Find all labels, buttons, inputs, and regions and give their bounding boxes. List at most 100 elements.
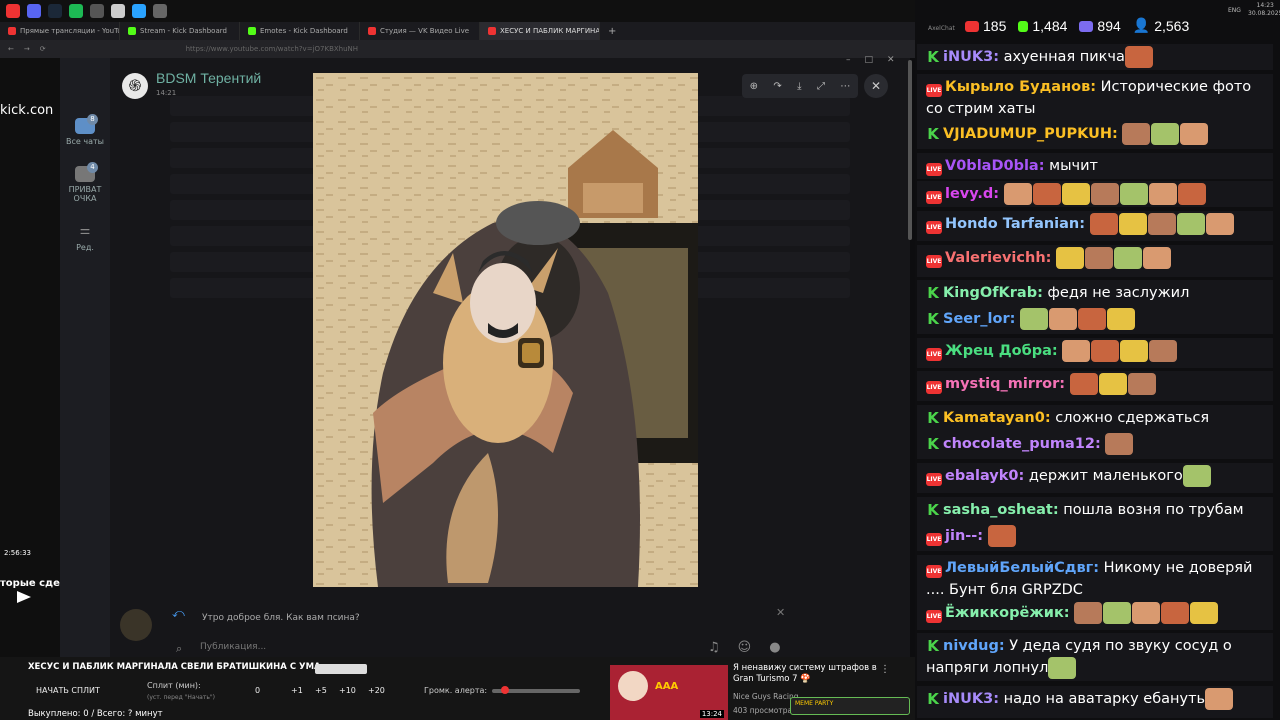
post-time: 14:21 (156, 89, 177, 97)
chat-text: ахуенная пикча (999, 49, 1125, 65)
emote-icon (1118, 213, 1147, 235)
recommendation-title[interactable]: Я ненавижу систему штрафов в Gran Turism… (733, 663, 878, 686)
meme-party-widget: MEME PARTY (790, 697, 910, 715)
steam-icon[interactable] (48, 4, 62, 18)
mic-icon[interactable]: ● (769, 640, 780, 655)
chat-nickname[interactable]: iNUK3: (943, 691, 999, 707)
chat-nickname[interactable]: V0blaD0bla: (945, 158, 1045, 174)
kick-link[interactable]: kick.con (0, 103, 53, 118)
step-1-button[interactable]: +1 (291, 686, 303, 695)
split-value[interactable]: 0 (255, 686, 260, 695)
chat-nickname[interactable]: levy.d: (945, 186, 999, 202)
telegram-icon[interactable] (132, 4, 146, 18)
recommendation-thumbnail[interactable]: AAA 13:24 (610, 665, 728, 720)
tab-kick-stream[interactable]: Stream - Kick Dashboard (120, 22, 240, 40)
chat-nickname[interactable]: Кырыло Буданов: (945, 79, 1096, 95)
chat-nickname[interactable]: KingOfKrab: (943, 285, 1043, 301)
recommendation-channel[interactable]: Nice Guys Racing (733, 692, 798, 701)
chat-nickname[interactable]: Seer_lor: (943, 311, 1015, 327)
message-input[interactable]: Публикация... (200, 642, 266, 652)
close-icon[interactable]: ✕ (864, 74, 888, 98)
chat-message: Knivdug: У деда судя по звуку сосуд о на… (917, 633, 1273, 681)
forward-icon[interactable]: ↷ (773, 81, 781, 92)
obs-icon[interactable] (90, 4, 104, 18)
tab-youtube-video[interactable]: ХЕСУС И ПАБЛИК МАРГИНАЛА (480, 22, 600, 40)
kick-icon: K (927, 310, 939, 328)
fullscreen-icon[interactable]: ⤢ (817, 81, 825, 92)
youtube-icon (488, 27, 496, 35)
chat-nickname[interactable]: Hondo Tarfanian: (945, 216, 1085, 232)
chat-nickname[interactable]: chocolate_puma12: (943, 436, 1101, 452)
more-icon[interactable]: ⋯ (840, 81, 850, 92)
app-icon[interactable] (111, 4, 125, 18)
chat-nickname[interactable]: Valerievichh: (945, 250, 1051, 266)
nav-all-chats[interactable]: 8 Все чаты (60, 114, 110, 146)
tab-kick-emotes[interactable]: Emotes - Kick Dashboard (240, 22, 360, 40)
cancel-reply-icon[interactable]: ✕ (776, 606, 785, 619)
app2-icon[interactable] (153, 4, 167, 18)
chat-nickname[interactable]: Ёжиккорёжик: (945, 605, 1070, 621)
emote-icon (1151, 123, 1180, 145)
maximize-icon[interactable]: □ (865, 55, 874, 65)
chat-nickname[interactable]: sasha_osheat: (943, 502, 1059, 518)
bell-icon[interactable]: ♫ (708, 640, 720, 655)
window-close-icon[interactable]: ✕ (887, 55, 895, 65)
photo-toolbar: ⊕ ↷ ⤓ ⤢ ⋯ (742, 74, 858, 98)
emote-icon (1056, 247, 1085, 269)
sliders-icon: ⚌ (79, 223, 91, 237)
chat-nickname[interactable]: Kamatayan0: (943, 410, 1051, 426)
chat-message: LIVE Hondo Tarfanian: (917, 211, 1273, 241)
chat-nickname[interactable]: VJIADUMUP_PUPKUH: (943, 126, 1118, 142)
brave-icon[interactable] (6, 4, 20, 18)
start-split-button[interactable]: НАЧАТЬ СПЛИТ (36, 686, 100, 695)
emoji-icon[interactable]: ☺ (738, 640, 752, 655)
browser-tabs: Прямые трансляции - YouTube Studio Strea… (0, 22, 915, 40)
chat-nickname[interactable]: iNUK3: (943, 49, 999, 65)
step-5-button[interactable]: +5 (315, 686, 327, 695)
kick-icon: K (927, 284, 939, 302)
chat-nickname[interactable]: Жрец Добра: (945, 343, 1058, 359)
back-icon[interactable]: ← (8, 45, 14, 53)
tab-vk-studio[interactable]: Студия — VK Видео Live (360, 22, 480, 40)
chat-nickname[interactable]: ЛевыйБелыйСдвг: (945, 560, 1099, 576)
nav-edit[interactable]: ⚌ Ред. (60, 223, 110, 252)
more-icon[interactable]: ⋮ (880, 664, 890, 675)
chat-nickname[interactable]: nivdug: (943, 638, 1005, 654)
step-10-button[interactable]: +10 (339, 686, 356, 695)
zoom-icon[interactable]: ⊕ (750, 81, 758, 92)
emote-icon (1098, 373, 1127, 395)
title-edit-chip[interactable] (315, 664, 367, 674)
vk-live-icon: LIVE (926, 348, 942, 361)
chat-nickname[interactable]: ebalayk0: (945, 468, 1024, 484)
channel-avatar[interactable]: ֍ (122, 73, 148, 99)
kick-icon: K (927, 637, 939, 655)
kick-icon: K (927, 690, 939, 708)
forward-icon[interactable]: → (24, 45, 30, 53)
chat-message: LIVE mystiq_mirror: (917, 371, 1273, 401)
emote-icon (1143, 247, 1172, 269)
discord-icon[interactable] (27, 4, 41, 18)
new-tab-button[interactable]: + (600, 26, 616, 37)
minimize-icon[interactable]: – (846, 55, 851, 65)
reload-icon[interactable]: ⟳ (40, 45, 46, 53)
nav-private[interactable]: 4 ПРИВАТ ОЧКА (60, 162, 110, 203)
step-20-button[interactable]: +20 (368, 686, 385, 695)
spotify-icon[interactable] (69, 4, 83, 18)
chat-message: LIVE V0blaD0bla: мычит (917, 153, 1273, 179)
emote-icon (1048, 657, 1077, 679)
emote-icon (1020, 308, 1049, 330)
vk-live-icon: LIVE (926, 610, 942, 623)
chat-nickname[interactable]: mystiq_mirror: (945, 376, 1065, 392)
chat-message: LIVE Ёжиккорёжик: (917, 600, 1273, 630)
tab-youtube-studio[interactable]: Прямые трансляции - YouTube Studio (0, 22, 120, 40)
scrollbar[interactable] (908, 60, 912, 240)
attach-icon[interactable]: ⌕ (176, 642, 182, 656)
url-field[interactable]: https://www.youtube.com/watch?v=jO7KBXhu… (186, 45, 358, 53)
chat-nickname[interactable]: jin--: (945, 528, 983, 544)
emote-icon (1122, 123, 1151, 145)
vk-live-icon: LIVE (926, 381, 942, 394)
split-label: Сплит (мин): (147, 681, 201, 690)
taskbar (0, 0, 915, 22)
download-icon[interactable]: ⤓ (797, 81, 801, 92)
channel-title[interactable]: BDSM Терентий (156, 70, 261, 86)
